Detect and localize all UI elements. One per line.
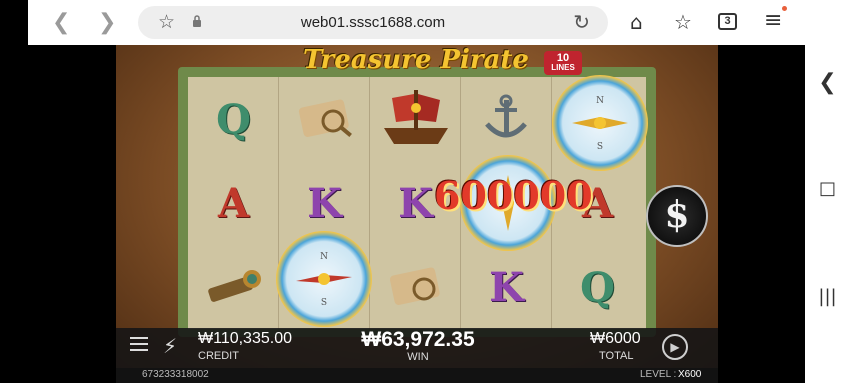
side-panel: ❮ □ |||: [805, 0, 850, 383]
win-value: ₩63,972.35: [361, 328, 475, 351]
level-value: X600: [678, 369, 702, 380]
dollar-button[interactable]: $: [646, 185, 708, 247]
session-id: 673233318002: [142, 369, 209, 380]
home-icon[interactable]: ⌂: [630, 10, 643, 34]
game-logo: Treasure Pirate: [296, 45, 536, 81]
svg-text:N: N: [596, 96, 604, 106]
credit-label: CREDIT: [198, 350, 239, 362]
slot-game[interactable]: Q A K K K A Q N S N S Treasure Pirate 10…: [116, 45, 718, 383]
symbol-q: Q: [216, 95, 251, 143]
level-label: LEVEL :: [640, 369, 677, 380]
win-amount-overlay: 600000: [434, 173, 593, 218]
reel-1: Q A: [188, 77, 279, 329]
url-text[interactable]: web01.sssc1688.com: [138, 14, 608, 31]
game-title: Treasure Pirate: [303, 45, 529, 75]
letterbox-left: [0, 45, 116, 383]
add-bookmark-icon[interactable]: ☆: [674, 10, 692, 34]
anchor-icon: [461, 77, 552, 161]
forward-icon[interactable]: ❯: [98, 10, 116, 35]
compass-wild-icon: NS: [552, 75, 648, 171]
tabs-icon[interactable]: 3: [718, 13, 737, 30]
lines-badge: 10 LINES: [544, 51, 582, 75]
menu-icon[interactable]: ≡: [764, 8, 782, 33]
svg-text:N: N: [320, 252, 328, 262]
symbol-k: K: [489, 263, 524, 311]
map-scroll-icon: [370, 245, 461, 329]
notification-dot: [782, 6, 787, 11]
letterbox-right: [718, 45, 805, 383]
total-bet-value[interactable]: ₩6000: [590, 330, 641, 348]
address-bar[interactable]: ☆ web01.sssc1688.com ↻: [138, 6, 608, 39]
map-scroll-icon: [279, 77, 370, 161]
turbo-bolt-icon[interactable]: ⚡: [163, 334, 177, 358]
spyglass-icon: [188, 245, 279, 329]
svg-text:S: S: [321, 298, 327, 308]
svg-text:S: S: [597, 142, 603, 152]
compass-wild-icon: NS: [276, 231, 372, 327]
chevron-left-icon[interactable]: ❮: [805, 70, 850, 95]
credit-value: ₩110,335.00: [198, 330, 292, 347]
hamburger-menu-icon[interactable]: [130, 337, 148, 353]
browser-toolbar: ❮ ❯ ☆ web01.sssc1688.com ↻ ⌂ ☆ 3 ≡: [28, 0, 805, 45]
home-circle-icon[interactable]: □: [805, 178, 850, 199]
footer-bar: 673233318002 LEVEL : X600: [116, 368, 718, 383]
pirate-ship-icon: [370, 77, 461, 161]
total-bet-label: TOTAL: [599, 350, 634, 362]
recent-apps-icon[interactable]: |||: [805, 286, 850, 307]
reload-icon[interactable]: ↻: [573, 10, 590, 34]
symbol-q: Q: [580, 263, 615, 311]
bottom-bar: ⚡ ₩110,335.00 CREDIT ₩63,972.35 WIN ₩600…: [116, 328, 718, 368]
spin-button[interactable]: ▶: [662, 334, 688, 360]
win-label: WIN: [407, 351, 429, 363]
symbol-a: A: [217, 179, 250, 227]
back-icon[interactable]: ❮: [52, 10, 70, 35]
